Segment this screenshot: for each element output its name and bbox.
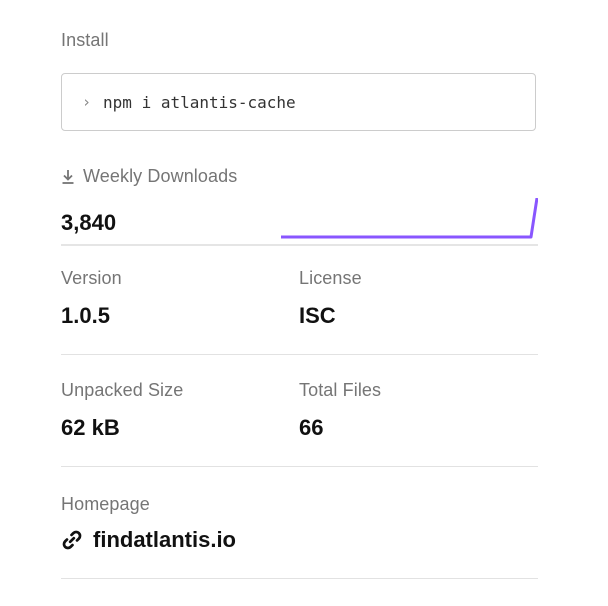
license-label: License — [299, 268, 362, 288]
license-value: ISC — [299, 303, 336, 328]
homepage-url[interactable]: findatlantis.io — [93, 527, 236, 553]
weekly-downloads-row: 3,840 — [61, 198, 538, 246]
download-icon — [62, 169, 74, 184]
version-stat: Version 1.0.5 — [61, 268, 122, 329]
link-icon — [62, 530, 82, 550]
install-command-box[interactable]: › npm i atlantis-cache — [61, 73, 536, 131]
weekly-downloads-label: Weekly Downloads — [83, 166, 238, 186]
unpacked-size-stat: Unpacked Size 62 kB — [61, 380, 183, 441]
total-files-value: 66 — [299, 415, 324, 440]
total-files-label: Total Files — [299, 380, 382, 400]
divider — [61, 578, 538, 579]
downloads-sparkline[interactable] — [281, 198, 538, 242]
unpacked-size-value: 62 kB — [61, 415, 120, 440]
sparkline-line — [281, 198, 538, 239]
divider — [61, 354, 538, 355]
license-stat: License ISC — [299, 268, 362, 329]
weekly-downloads-header: Weekly Downloads — [61, 166, 237, 187]
divider — [61, 466, 538, 467]
version-value: 1.0.5 — [61, 303, 110, 328]
weekly-downloads-count: 3,840 — [61, 210, 117, 235]
homepage-link[interactable]: findatlantis.io — [61, 527, 236, 553]
chevron-right-icon: › — [82, 93, 92, 111]
total-files-stat: Total Files 66 — [299, 380, 381, 441]
homepage-stat: Homepage findatlantis.io — [61, 494, 236, 553]
install-label: Install — [61, 30, 109, 50]
install-command[interactable]: npm i atlantis-cache — [103, 93, 296, 112]
homepage-label: Homepage — [61, 494, 150, 514]
version-label: Version — [61, 268, 122, 288]
unpacked-size-label: Unpacked Size — [61, 380, 184, 400]
